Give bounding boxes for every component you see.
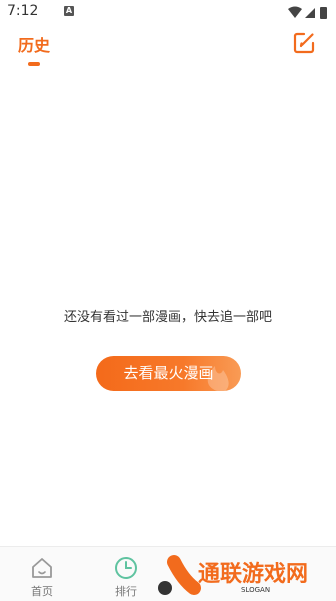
tab-indicator: [28, 62, 40, 66]
wifi-icon: [288, 6, 302, 18]
empty-message: 还没有看过一部漫画，快去追一部吧: [63, 310, 272, 325]
status-time: 7:12: [7, 3, 39, 19]
status-bar: 7:12 A: [0, 0, 336, 24]
status-icons: [288, 5, 330, 24]
nav-item-ranking[interactable]: 排行: [101, 553, 151, 598]
header: 历史: [0, 24, 336, 72]
watermark-slogan: SLOGAN: [241, 586, 271, 594]
page-title[interactable]: 历史: [18, 32, 50, 56]
watermark-mark-icon: [158, 555, 201, 595]
edit-icon[interactable]: [293, 32, 315, 54]
watermark-text: 通联游戏网: [198, 562, 309, 587]
notification-a-icon: A: [64, 6, 74, 16]
home-icon: [32, 558, 52, 578]
nav-item-home[interactable]: 首页: [17, 553, 67, 598]
clock-icon: [115, 557, 137, 579]
hot-comics-button[interactable]: 去看最火漫画: [96, 356, 241, 391]
nav-label-ranking: 排行: [115, 585, 137, 598]
nav-label-home: 首页: [31, 585, 53, 598]
watermark-logo: 通联游戏网 SLOGAN: [156, 548, 336, 600]
battery-icon: [320, 7, 327, 19]
hot-comics-button-label: 去看最火漫画: [123, 364, 214, 382]
signal-icon: [305, 8, 315, 18]
